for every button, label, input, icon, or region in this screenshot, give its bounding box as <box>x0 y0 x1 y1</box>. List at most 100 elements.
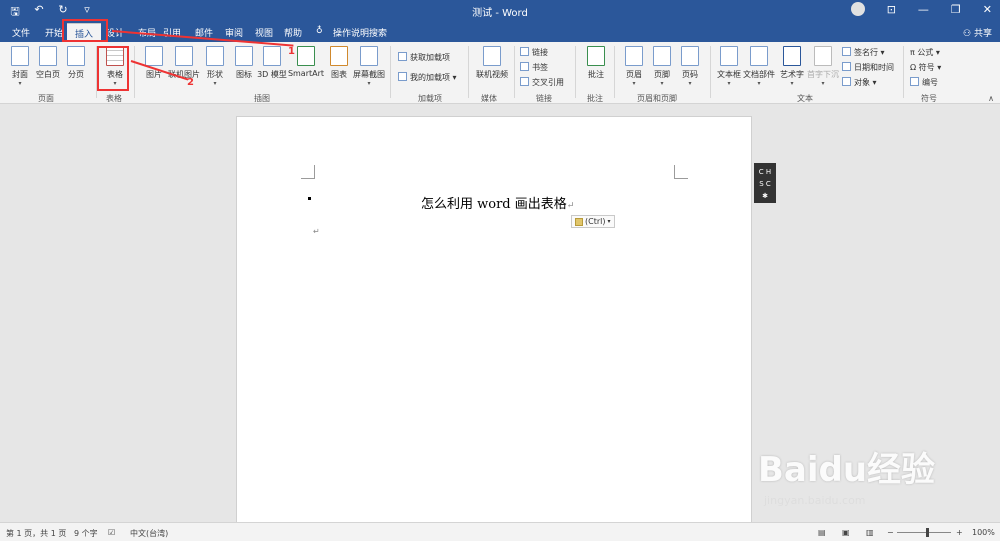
equation-button[interactable]: π 公式 ▾ <box>910 47 940 58</box>
ribbon: 封面 ▾ 空白页 分页 页面 表格 ▾ 表格 图片 联机图片 形状 ▾ 图标 3D 模… <box>0 42 1000 104</box>
date-time-button[interactable]: 日期和时间 <box>842 62 894 73</box>
page-break-button[interactable]: 分页 <box>58 46 94 80</box>
tab-file[interactable]: 文件 <box>12 26 30 39</box>
symbol-button[interactable]: Ω 符号 ▾ <box>910 62 941 73</box>
zoom-slider[interactable] <box>897 532 951 533</box>
collapse-ribbon-icon[interactable]: ∧ <box>988 94 994 103</box>
print-layout-icon[interactable]: ▣ <box>842 528 850 537</box>
group-label-text: 文本 <box>797 94 813 103</box>
zoom-in-icon[interactable]: + <box>956 528 963 537</box>
3d-model-button[interactable]: 3D 模型 <box>254 46 290 80</box>
lightbulb-icon: ♁ <box>316 26 323 36</box>
group-separator <box>134 46 135 98</box>
page-number-button[interactable]: 页码 ▾ <box>672 46 708 87</box>
get-addins-button[interactable]: 获取加载项 <box>398 52 450 63</box>
quick-parts-button[interactable]: 文档部件 ▾ <box>741 46 777 87</box>
cross-reference-button[interactable]: 交叉引用 <box>520 77 564 88</box>
group-label-links: 链接 <box>536 94 552 103</box>
page-number-icon <box>681 46 699 66</box>
comment-icon <box>587 46 605 66</box>
group-label-comments: 批注 <box>587 94 603 103</box>
table-icon <box>106 46 124 66</box>
blank-page-icon <box>39 46 57 66</box>
ime-indicator[interactable]: C H S C ✱ <box>754 163 776 203</box>
group-label-media: 媒体 <box>481 94 497 103</box>
ime-settings-icon: ✱ <box>762 192 768 200</box>
language-indicator[interactable]: 中文(台湾) <box>130 528 168 539</box>
group-separator <box>390 46 391 98</box>
person-icon: ⚇ <box>963 29 974 39</box>
store-icon <box>398 52 407 61</box>
omega-icon: Ω <box>910 63 919 72</box>
proofing-icon[interactable]: ☑ <box>108 528 115 537</box>
chart-icon <box>330 46 348 66</box>
tab-insert[interactable]: 插入 <box>67 23 102 42</box>
group-label-addins: 加载项 <box>418 94 442 103</box>
status-bar: 第 1 页，共 1 页 9 个字 ☑ 中文(台湾) ▤ ▣ ▥ − + 100% <box>0 522 1000 541</box>
tab-home[interactable]: 开始 <box>45 26 63 39</box>
word-count[interactable]: 9 个字 <box>74 528 98 539</box>
ribbon-display-icon[interactable]: ⊡ <box>887 3 896 16</box>
group-separator <box>468 46 469 98</box>
group-label-header-footer: 页眉和页脚 <box>637 94 677 103</box>
online-video-button[interactable]: 联机视频 <box>472 46 512 80</box>
close-icon[interactable]: ✕ <box>983 3 992 16</box>
numbering-icon <box>910 77 919 86</box>
signature-icon <box>842 47 851 56</box>
numbering-button[interactable]: 编号 <box>910 77 938 88</box>
bookmark-icon <box>520 62 529 71</box>
annotation-step-1: 1 <box>288 46 295 57</box>
addin-icon <box>398 72 407 81</box>
signature-line-button[interactable]: 签名行 ▾ <box>842 47 885 58</box>
zoom-slider-thumb[interactable] <box>926 528 929 537</box>
tab-review[interactable]: 审阅 <box>225 26 243 39</box>
footer-icon <box>653 46 671 66</box>
object-button[interactable]: 对象 ▾ <box>842 77 877 88</box>
picture-icon <box>145 46 163 66</box>
link-button[interactable]: 链接 <box>520 47 548 58</box>
cube-icon <box>263 46 281 66</box>
share-button[interactable]: ⚇ 共享 <box>963 26 992 39</box>
baidu-watermark-url: jingyan.baidu.com <box>764 494 866 507</box>
screenshot-icon <box>360 46 378 66</box>
comment-button[interactable]: 批注 <box>578 46 614 80</box>
screenshot-button[interactable]: 屏幕截图 ▾ <box>352 46 386 87</box>
paragraph-mark: ↵ <box>313 227 320 236</box>
group-separator <box>903 46 904 98</box>
group-label-illustrations: 插图 <box>254 94 270 103</box>
group-separator <box>614 46 615 98</box>
read-mode-icon[interactable]: ▤ <box>818 528 826 537</box>
drop-cap-button[interactable]: 首字下沉 ▾ <box>804 46 842 87</box>
title-bar: 🖫 ↶ ↻ ▿ 测试 - Word ⊡ — ❐ ✕ <box>0 0 1000 22</box>
icons-icon <box>235 46 253 66</box>
paste-options-button[interactable]: (Ctrl) ▾ <box>571 215 615 228</box>
bookmark-button[interactable]: 书签 <box>520 62 548 73</box>
tab-help[interactable]: 帮助 <box>284 26 302 39</box>
window-controls: ⊡ — ❐ ✕ <box>850 2 992 16</box>
my-addins-button[interactable]: 我的加载项 ▾ <box>398 72 457 83</box>
cross-reference-icon <box>520 77 529 86</box>
document-page[interactable]: 怎么利用 word 画出表格↵ (Ctrl) ▾ ↵ <box>236 116 752 526</box>
group-label-pages: 页面 <box>38 94 54 103</box>
document-heading[interactable]: 怎么利用 word 画出表格↵ <box>421 193 574 212</box>
shapes-icon <box>206 46 224 66</box>
header-icon <box>625 46 643 66</box>
paragraph-mark: ↵ <box>566 201 575 211</box>
maximize-icon[interactable]: ❐ <box>951 3 961 16</box>
table-button[interactable]: 表格 ▾ <box>97 46 133 87</box>
web-layout-icon[interactable]: ▥ <box>866 528 874 537</box>
cover-page-icon <box>11 46 29 66</box>
tab-view[interactable]: 视图 <box>255 26 273 39</box>
group-label-tables: 表格 <box>106 94 122 103</box>
baidu-watermark: Baidu经验 <box>758 450 936 490</box>
group-separator <box>514 46 515 98</box>
group-label-symbols: 符号 <box>921 94 937 103</box>
avatar[interactable] <box>850 2 865 16</box>
tell-me-search[interactable]: 操作说明搜索 <box>333 26 387 39</box>
zoom-out-icon[interactable]: − <box>887 528 894 537</box>
margin-mark <box>674 165 688 179</box>
ribbon-tabs: 文件 开始 插入 设计 布局 引用 邮件 审阅 视图 帮助 ♁ 操作说明搜索 ⚇… <box>0 22 1000 42</box>
minimize-icon[interactable]: — <box>918 3 929 16</box>
zoom-level[interactable]: 100% <box>972 528 995 537</box>
page-count[interactable]: 第 1 页，共 1 页 <box>6 528 66 539</box>
